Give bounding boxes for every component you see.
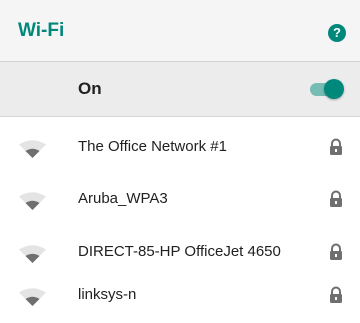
wifi-signal-icon [19, 245, 46, 263]
wifi-header: Wi-Fi ? [0, 0, 360, 62]
lock-icon [330, 286, 342, 303]
network-ssid: The Office Network #1 [78, 138, 227, 155]
wifi-signal-icon [19, 140, 46, 158]
lock-icon [330, 190, 342, 207]
wifi-signal-icon [19, 288, 46, 306]
network-ssid: DIRECT-85-HP OfficeJet 4650 [78, 243, 281, 260]
network-ssid: Aruba_WPA3 [78, 190, 168, 207]
help-icon[interactable]: ? [328, 24, 346, 42]
switch-thumb [324, 79, 344, 99]
page-title: Wi-Fi [18, 20, 65, 41]
wifi-toggle-switch[interactable] [308, 78, 344, 100]
network-item[interactable]: Aruba_WPA3 [0, 174, 360, 226]
wifi-toggle-label: On [78, 79, 102, 98]
network-item[interactable]: The Office Network #1 [0, 122, 360, 174]
network-ssid: linksys-n [78, 286, 137, 303]
network-item[interactable]: linksys-n [0, 270, 360, 322]
wifi-signal-icon [19, 192, 46, 210]
lock-icon [330, 243, 342, 260]
wifi-master-toggle-row[interactable]: On [0, 62, 360, 117]
lock-icon [330, 138, 342, 155]
